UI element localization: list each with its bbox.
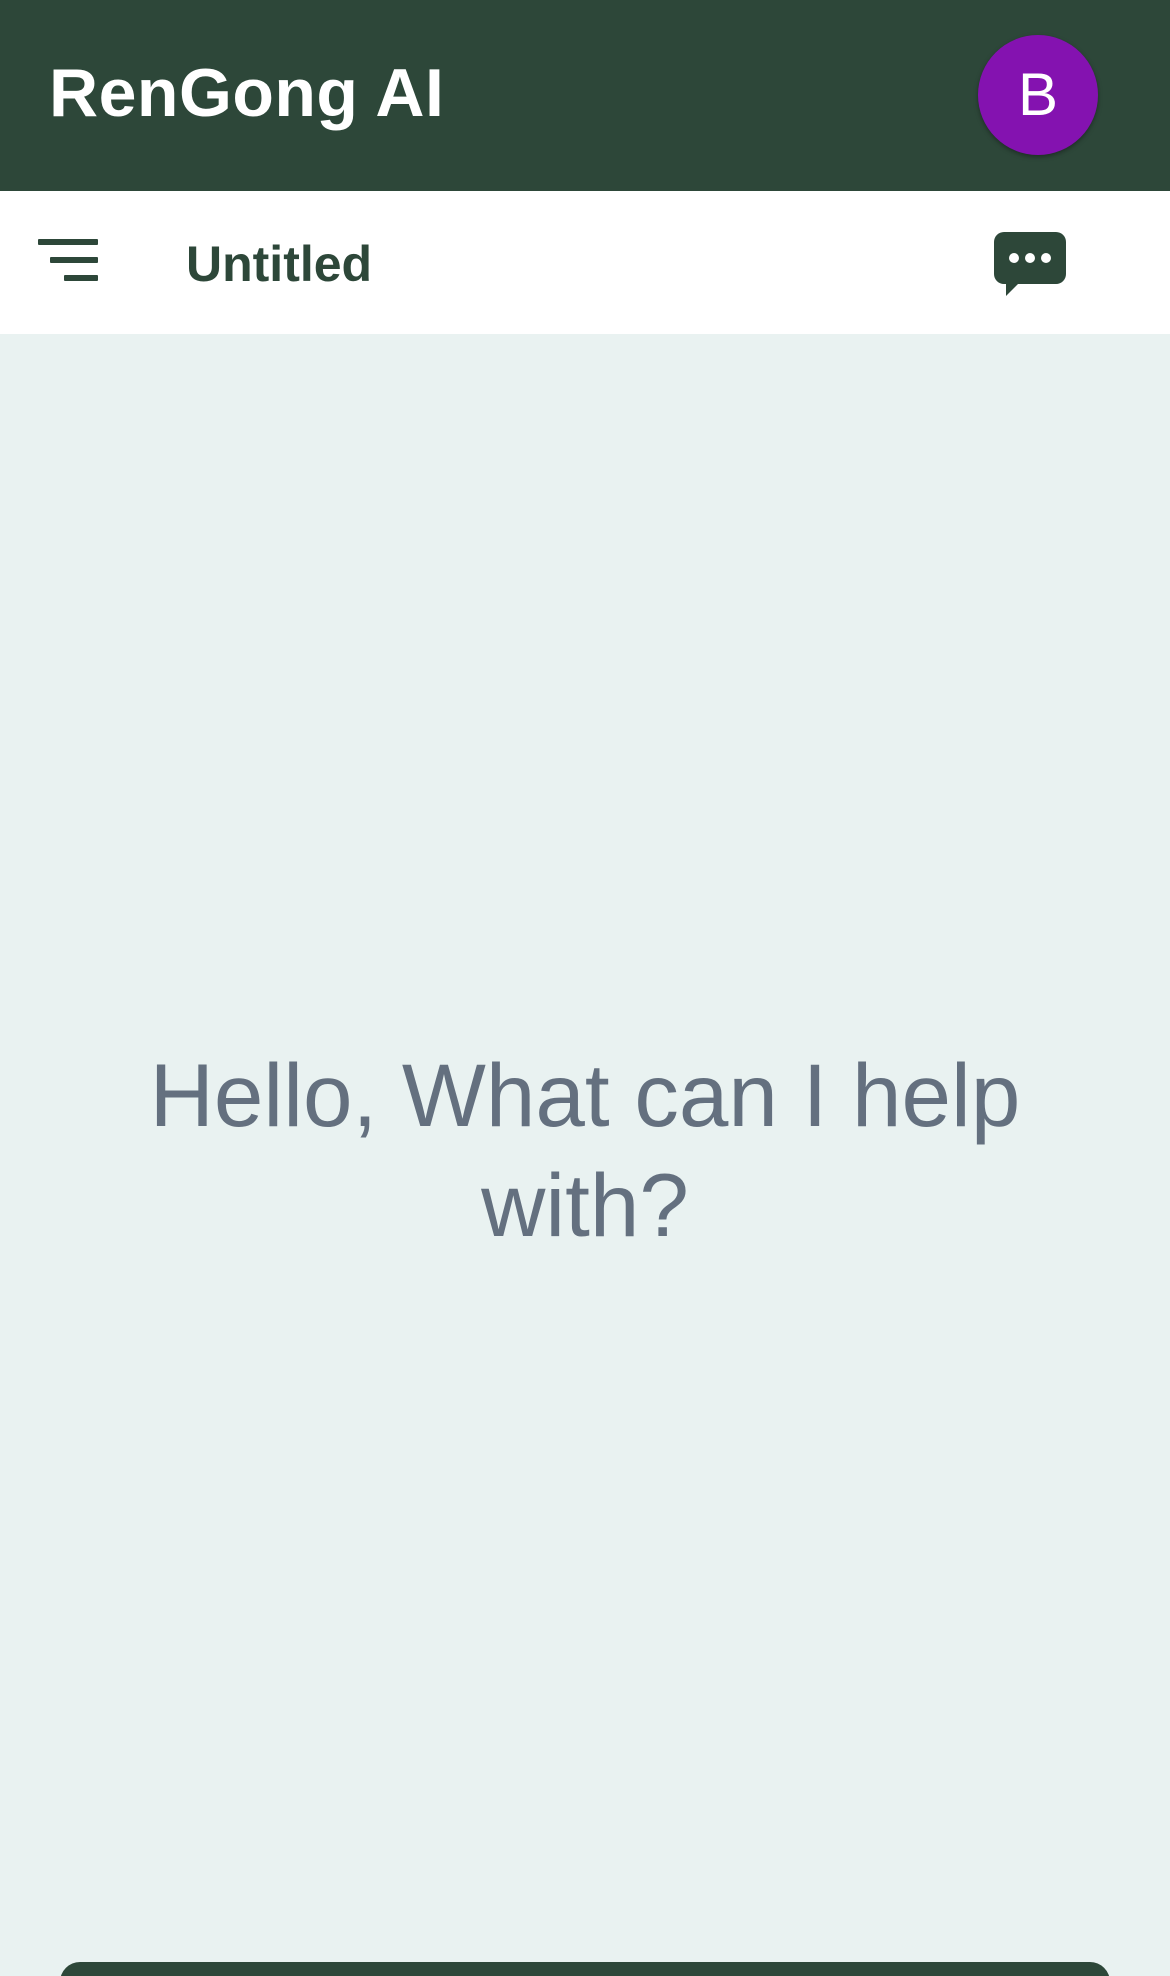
- menu-button[interactable]: [30, 229, 110, 299]
- conversation-toolbar: Untitled: [0, 191, 1170, 334]
- app-root: RenGong AI B Untitled Hello, What can I …: [0, 0, 1170, 1976]
- user-avatar[interactable]: B: [978, 35, 1098, 155]
- menu-lines-icon: [30, 229, 110, 299]
- greeting-message: Hello, What can I help with?: [149, 1045, 1021, 1255]
- new-chat-button[interactable]: [990, 226, 1070, 306]
- chat-bubble-ellipsis-icon: [990, 226, 1070, 306]
- document-title[interactable]: Untitled: [186, 229, 372, 299]
- app-title: RenGong AI: [49, 55, 445, 131]
- message-input-bar[interactable]: [60, 1962, 1110, 1976]
- app-header: RenGong AI B: [0, 0, 1170, 191]
